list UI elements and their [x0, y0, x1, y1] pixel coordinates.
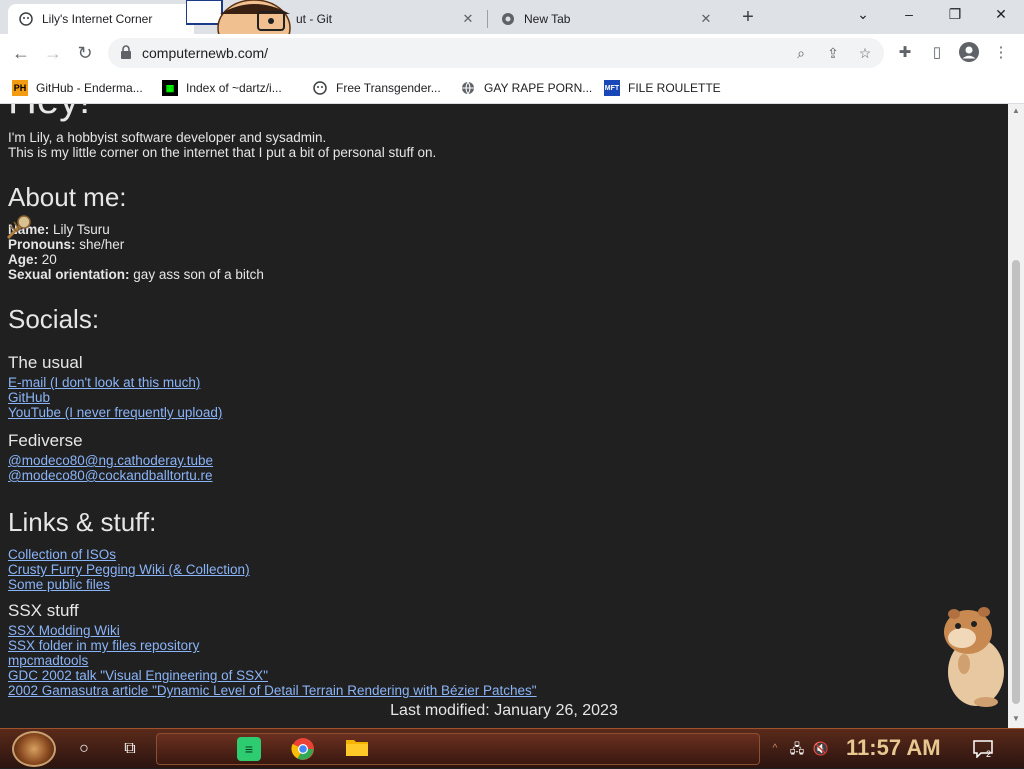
ssx-folder-link[interactable]: SSX folder in my files repository — [8, 638, 199, 653]
chevron-down-icon[interactable]: ⌄ — [840, 0, 886, 30]
globe-icon — [460, 80, 476, 96]
gdc-talk-link[interactable]: GDC 2002 talk "Visual Engineering of SSX… — [8, 668, 268, 683]
mft-icon: MFT — [604, 80, 620, 96]
bookmark-label: FILE ROULETTE — [628, 81, 721, 95]
page-scrollbar[interactable]: ▲ ▼ — [1008, 104, 1024, 728]
wiki-link[interactable]: Crusty Furry Pegging Wiki (& Collection) — [8, 562, 250, 577]
browser-chrome: Lily's Internet Corner ut - Git ✕ New Ta… — [0, 0, 1024, 104]
task-view-icon[interactable]: ⧉ — [118, 737, 142, 761]
mask-icon — [18, 11, 34, 27]
socials-title: Socials: — [8, 304, 100, 334]
gamasutra-link[interactable]: 2002 Gamasutra article "Dynamic Level of… — [8, 683, 537, 698]
page-heading: Hey! — [8, 104, 90, 123]
github-link[interactable]: GitHub — [8, 390, 50, 405]
tab-new-tab[interactable]: New Tab ✕ — [490, 4, 724, 34]
about-value: Lily Tsuru — [53, 222, 110, 237]
search-icon[interactable]: ⌕ — [792, 44, 810, 62]
scroll-up-arrow-icon[interactable]: ▲ — [1012, 106, 1020, 115]
chrome-icon — [500, 11, 516, 27]
about-value: gay ass son of a bitch — [133, 267, 264, 282]
tab-strip: Lily's Internet Corner ut - Git ✕ New Ta… — [0, 0, 1024, 34]
cursor-sprite-icon — [6, 212, 36, 242]
last-modified: Last modified: January 26, 2023 — [390, 702, 618, 719]
share-icon[interactable]: ⇪ — [824, 44, 842, 62]
ssx-wiki-link[interactable]: SSX Modding Wiki — [8, 623, 120, 638]
tab-title: Lily's Internet Corner — [42, 12, 153, 26]
fediverse-title: Fediverse — [8, 431, 83, 450]
ph-icon: PH — [12, 80, 28, 96]
search-circle-icon[interactable]: ○ — [72, 737, 96, 761]
reload-icon[interactable]: ↻ — [72, 40, 98, 66]
youtube-link[interactable]: YouTube (I never frequently upload) — [8, 405, 222, 420]
tab-lilys-corner[interactable]: Lily's Internet Corner — [8, 4, 194, 34]
side-panel-icon[interactable]: ▯ — [926, 42, 948, 64]
links-title: Links & stuff: — [8, 507, 157, 537]
page-content: Hey! I'm Lily, a hobbyist software devel… — [0, 104, 1008, 728]
extensions-icon[interactable]: ✚ — [894, 42, 916, 64]
new-tab-button[interactable]: + — [738, 7, 758, 28]
restore-button[interactable]: ❐ — [932, 0, 978, 30]
scroll-down-arrow-icon[interactable]: ▼ — [1012, 714, 1020, 723]
about-label: Age: — [8, 252, 38, 267]
star-icon[interactable]: ☆ — [856, 44, 874, 62]
bookmark-label: Free Transgender... — [336, 81, 441, 95]
about-title: About me: — [8, 182, 127, 212]
about-age: Age: 20 — [8, 252, 57, 267]
clock[interactable]: 11:57 AM — [846, 735, 941, 761]
volume-muted-icon[interactable]: 🔇 — [812, 740, 830, 758]
intro-line-1: I'm Lily, a hobbyist software developer … — [8, 130, 327, 145]
bookmark-globe[interactable]: GAY RAPE PORN... — [460, 78, 592, 98]
about-value: 20 — [41, 252, 57, 267]
intro-line-2: This is my little corner on the internet… — [8, 145, 437, 160]
url-text[interactable]: computernewb.com/ — [142, 45, 268, 61]
address-bar[interactable]: computernewb.com/ ⌕ ⇪ ☆ — [108, 38, 884, 68]
tab-title: ut - Git — [296, 12, 333, 26]
notification-count: 2 — [986, 749, 992, 759]
taskbar: ○ ⧉ ≡ ^ 🖧 🔇 11:57 AM 2 — [0, 728, 1024, 768]
public-files-link[interactable]: Some public files — [8, 577, 110, 592]
close-window-button[interactable]: ✕ — [978, 0, 1024, 30]
tab-title: New Tab — [524, 12, 571, 26]
lock-icon — [120, 45, 134, 61]
notes-app-icon[interactable]: ≡ — [237, 737, 261, 761]
bookmark-label: GitHub - Enderma... — [36, 81, 143, 95]
hamster-mascot — [940, 604, 1006, 708]
close-icon[interactable]: ✕ — [460, 11, 476, 27]
start-button[interactable] — [12, 731, 56, 767]
mpcmadtools-link[interactable]: mpcmadtools — [8, 653, 88, 668]
back-arrow-icon[interactable]: ← — [8, 40, 34, 66]
ssx-title: SSX stuff — [8, 601, 79, 620]
bookmark-label: Index of ~dartz/i... — [186, 81, 282, 95]
minimize-button[interactable]: – — [886, 0, 932, 30]
tab-git[interactable]: ut - Git ✕ — [286, 4, 486, 34]
forward-arrow-icon[interactable]: → — [40, 40, 66, 66]
bookmark-github-enderman[interactable]: PH GitHub - Enderma... — [12, 78, 143, 98]
mask-icon — [312, 80, 328, 96]
taskbar-apps: ≡ — [156, 733, 760, 765]
usual-title: The usual — [8, 353, 83, 372]
about-orientation: Sexual orientation: gay ass son of a bit… — [8, 267, 264, 282]
kebab-menu-icon[interactable]: ⋮ — [990, 42, 1012, 64]
isos-link[interactable]: Collection of ISOs — [8, 547, 116, 562]
bookmark-index-dartz[interactable]: ▦ Index of ~dartz/i... — [162, 78, 282, 98]
maze-icon: ▦ — [162, 80, 178, 96]
network-icon[interactable]: 🖧 — [788, 740, 806, 758]
scrollbar-thumb[interactable] — [1012, 260, 1020, 704]
about-label: Sexual orientation: — [8, 267, 130, 282]
bookmarks-bar: PH GitHub - Enderma... ▦ Index of ~dartz… — [0, 72, 1024, 104]
bookmark-label: GAY RAPE PORN... — [484, 81, 593, 95]
file-explorer-icon[interactable] — [345, 737, 369, 761]
about-value: she/her — [79, 237, 125, 252]
profile-avatar-icon[interactable] — [958, 42, 980, 64]
fediverse-link-1[interactable]: @modeco80@ng.cathoderay.tube — [8, 453, 213, 468]
chrome-app-icon[interactable] — [291, 737, 315, 761]
tray-expand-icon[interactable]: ^ — [766, 740, 784, 758]
bookmark-free-transgender[interactable]: Free Transgender... — [312, 78, 441, 98]
email-link[interactable]: E-mail (I don't look at this much) — [8, 375, 200, 390]
close-icon[interactable]: ✕ — [698, 11, 714, 27]
browser-toolbar: ← → ↻ computernewb.com/ ⌕ ⇪ ☆ ✚ ▯ ⋮ — [0, 34, 1024, 72]
tab-separator — [487, 10, 488, 28]
fediverse-link-2[interactable]: @modeco80@cockandballtortu.re — [8, 468, 213, 483]
bookmark-file-roulette[interactable]: MFT FILE ROULETTE — [604, 78, 721, 98]
